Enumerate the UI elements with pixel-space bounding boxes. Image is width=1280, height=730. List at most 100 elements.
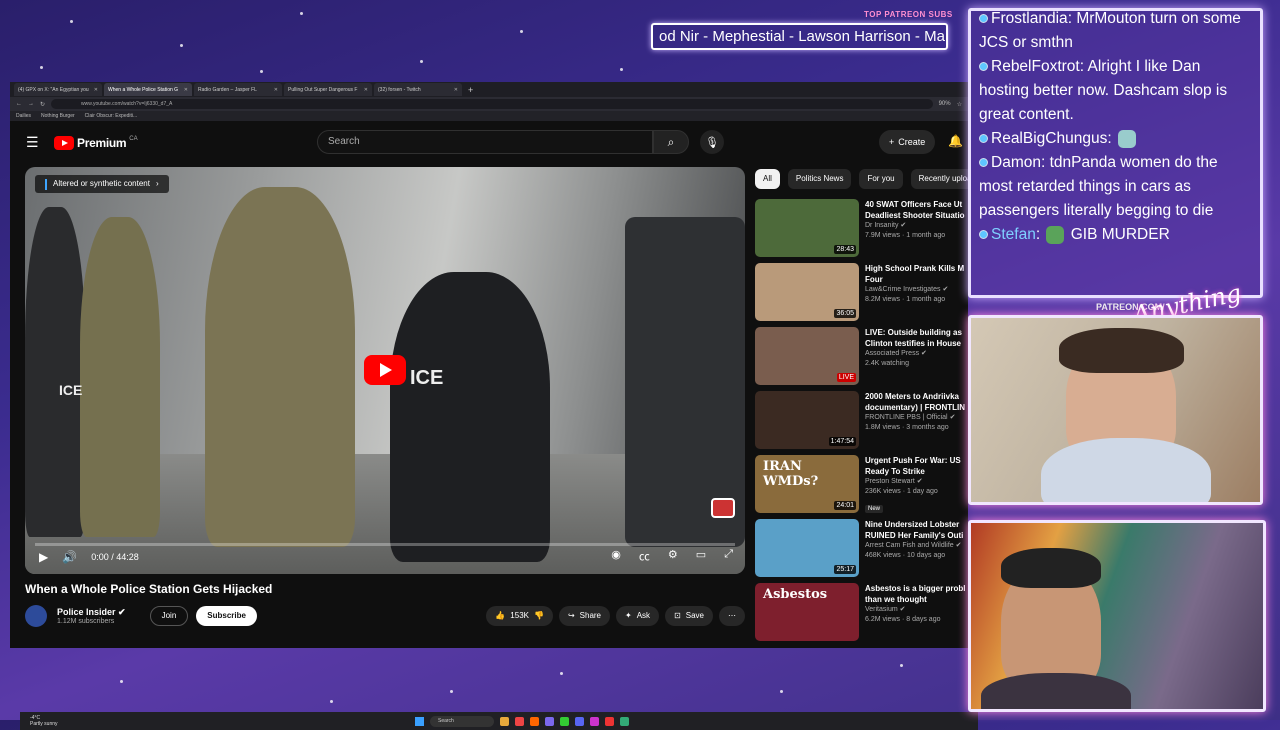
recommendation-item[interactable]: 1:47:54 2000 Meters to Andriivka documenta… (755, 391, 968, 449)
recommendation-meta: 7.9M views · 1 month ago (865, 232, 946, 239)
channel-name[interactable]: Police Insider ✔ (57, 607, 126, 618)
theater-mode-icon[interactable]: ▭ (696, 548, 706, 564)
close-icon[interactable]: ✕ (454, 87, 458, 93)
chip-recently-uploaded[interactable]: Recently uploaded (910, 169, 968, 189)
bookmark-item[interactable]: Clair Obscur: Expediti... (85, 113, 138, 119)
channel-avatar[interactable] (25, 605, 47, 627)
recommendation-item[interactable]: 28:43 40 SWAT Officers Face Ut Deadliest S… (755, 199, 968, 257)
recommendation-title[interactable]: LIVE: Outside building as Clinton testifi… (865, 327, 962, 349)
like-button[interactable]: 👍 153K 👎 (486, 606, 553, 626)
recommendation-channel[interactable]: FRONTLINE PBS | Official ✔ (865, 413, 965, 423)
play-icon[interactable]: ▶ (39, 550, 48, 564)
bookmark-star-icon[interactable]: ☆ (957, 101, 962, 108)
pause-autoplay-icon[interactable]: ◉ (611, 548, 621, 564)
video-thumbnail[interactable]: Asbestos (755, 583, 859, 641)
close-icon[interactable]: ✕ (364, 87, 368, 93)
channel-watermark[interactable] (711, 498, 735, 518)
recommendation-title[interactable]: Asbestos is a bigger probl than we though… (865, 583, 965, 605)
bookmark-item[interactable]: Nothing Burger (41, 113, 75, 119)
recommendation-title[interactable]: High School Prank Kills M Four (865, 263, 964, 285)
close-icon[interactable]: ✕ (184, 87, 188, 93)
windows-start-icon[interactable] (415, 716, 424, 726)
forward-icon[interactable]: → (28, 101, 34, 107)
chip-for-you[interactable]: For you (859, 169, 903, 189)
recommendation-item[interactable]: 36:05 High School Prank Kills M Four Law&Cr… (755, 263, 968, 321)
recommendation-channel[interactable]: Preston Stewart ✔ (865, 477, 961, 487)
title-line: 2000 Meters to Andriivka (865, 392, 959, 401)
app-icon[interactable] (575, 716, 584, 726)
recommendation-channel[interactable]: Dr Insanity ✔ (865, 221, 965, 231)
recommendation-item[interactable]: IRAN WMDs? 24:01 Urgent Push For War: US Re… (755, 455, 968, 513)
app-icon[interactable] (620, 716, 629, 726)
join-button[interactable]: Join (149, 606, 189, 626)
weather-widget[interactable]: -4°C Partly sunny (20, 715, 58, 727)
more-options-icon[interactable]: ⋯ (719, 606, 745, 626)
recommendation-title[interactable]: Urgent Push For War: US Ready To Strike (865, 455, 961, 477)
recommendation-channel[interactable]: Veritasium ✔ (865, 605, 965, 615)
video-thumbnail[interactable]: 36:05 (755, 263, 859, 321)
app-icon[interactable] (515, 716, 524, 726)
volume-icon[interactable]: 🔊 (62, 550, 77, 564)
menu-icon[interactable]: ☰ (26, 134, 39, 151)
settings-gear-icon[interactable]: ⚙ (668, 548, 678, 564)
recommendation-title[interactable]: 40 SWAT Officers Face Ut Deadliest Shoote… (865, 199, 965, 221)
bookmark-item[interactable]: Dailies (16, 113, 31, 119)
close-icon[interactable]: ✕ (274, 87, 278, 93)
back-icon[interactable]: ← (16, 101, 22, 107)
video-thumbnail[interactable]: 28:43 (755, 199, 859, 257)
recommendation-item[interactable]: Asbestos Asbestos is a bigger probl than w… (755, 583, 968, 641)
zoom-level[interactable]: 90% (939, 101, 951, 107)
browser-tab[interactable]: (32) forsen - Twitch ✕ (374, 83, 462, 96)
close-icon[interactable]: ✕ (94, 87, 98, 93)
chip-all[interactable]: All (755, 169, 780, 189)
recommendation-item[interactable]: 25:17 Nine Undersized Lobster RUINED Her F… (755, 519, 968, 577)
region-code: CA (129, 135, 138, 142)
ask-button[interactable]: ✦ Ask (616, 606, 660, 626)
microphone-icon[interactable]: 🎙 (700, 130, 724, 154)
discord-icon[interactable] (545, 716, 554, 726)
fullscreen-icon[interactable]: ⤢ (724, 548, 733, 564)
recommendation-title[interactable]: Nine Undersized Lobster RUINED Her Family… (865, 519, 963, 541)
search-icon[interactable]: ⌕ (653, 130, 689, 154)
file-explorer-icon[interactable] (500, 716, 509, 726)
title-line: 40 SWAT Officers Face Ut (865, 200, 963, 209)
youtube-logo[interactable]: Premium CA (54, 135, 138, 150)
thumbs-down-icon[interactable]: 👎 (534, 606, 544, 626)
captions-icon[interactable]: ㏄ (639, 548, 650, 564)
spotify-icon[interactable] (560, 716, 569, 726)
webcam-guest (968, 520, 1266, 712)
browser-tab[interactable]: Radio Garden – Jasper FL ✕ (194, 83, 282, 96)
recommendation-channel[interactable]: Law&Crime Investigates ✔ (865, 285, 964, 295)
altered-content-label[interactable]: Altered or synthetic content › (35, 175, 169, 193)
subscribe-button[interactable]: Subscribe (196, 606, 257, 626)
video-player[interactable]: ICE ICE Altered or synthetic content › ▶… (25, 167, 745, 574)
browser-tab-active[interactable]: When a Whole Police Station G ✕ (104, 83, 192, 96)
app-icon[interactable] (590, 716, 599, 726)
share-button[interactable]: ↪ Share (558, 606, 611, 626)
reload-icon[interactable]: ↻ (40, 101, 45, 108)
browser-tab[interactable]: (4) GPX on X: "An Egyptian you ✕ (14, 83, 102, 96)
video-thumbnail[interactable]: 1:47:54 (755, 391, 859, 449)
new-tab-icon[interactable]: + (468, 85, 473, 95)
share-icon: ↪ (567, 611, 575, 620)
large-play-button[interactable] (364, 355, 406, 385)
browser-tab[interactable]: Pulling Out Super Dangerous F ✕ (284, 83, 372, 96)
recommendation-meta: 236K views · 1 day ago (865, 488, 938, 495)
search-input[interactable]: Search (317, 130, 653, 154)
address-bar[interactable]: www.youtube.com/watch?v=Ij6330_d7_A (51, 99, 933, 109)
video-thumbnail[interactable]: 25:17 (755, 519, 859, 577)
recommendation-channel[interactable]: Associated Press ✔ (865, 349, 962, 359)
video-thumbnail[interactable]: LIVE (755, 327, 859, 385)
video-thumbnail[interactable]: IRAN WMDs? 24:01 (755, 455, 859, 513)
taskbar-search[interactable]: Search (430, 715, 494, 727)
create-button[interactable]: + Create (879, 130, 936, 154)
firefox-icon[interactable] (530, 716, 539, 726)
app-icon[interactable] (605, 716, 614, 726)
recommendation-item[interactable]: LIVE LIVE: Outside building as Clinton tes… (755, 327, 968, 385)
chip-politics-news[interactable]: Politics News (787, 169, 852, 189)
save-label: Save (685, 611, 704, 620)
recommendation-title[interactable]: 2000 Meters to Andriivka documentary) | F… (865, 391, 965, 413)
recommendation-channel[interactable]: Arrest Cam Fish and Wildlife ✔ (865, 541, 963, 551)
save-button[interactable]: ⊡ Save (665, 606, 713, 626)
notification-bell-icon[interactable]: 🔔 (948, 134, 963, 148)
